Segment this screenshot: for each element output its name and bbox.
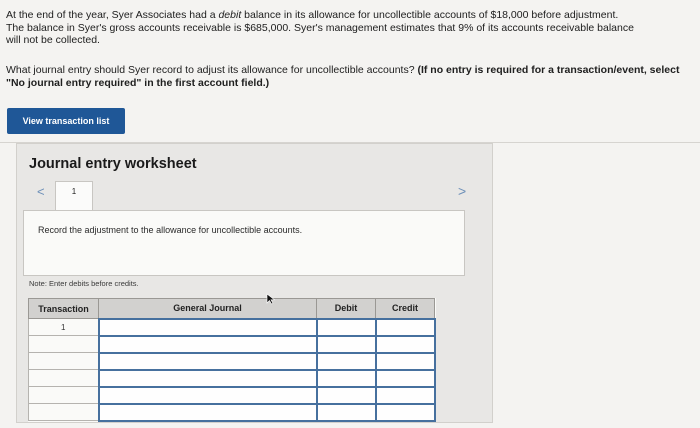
question-prompt: What journal entry should Syer record to… xyxy=(6,64,696,89)
worksheet-title: Journal entry worksheet xyxy=(29,156,197,172)
debit-field[interactable] xyxy=(315,317,377,337)
worksheet-instruction-panel: Record the adjustment to the allowance f… xyxy=(23,210,465,276)
credit-field[interactable] xyxy=(374,385,436,405)
credit-field[interactable] xyxy=(374,351,436,371)
table-row xyxy=(28,351,436,371)
account-field[interactable] xyxy=(97,402,318,422)
problem-text-b: balance in its allowance for uncollectib… xyxy=(241,9,619,21)
table-row xyxy=(28,334,436,354)
account-field[interactable] xyxy=(97,368,318,388)
transaction-cell xyxy=(28,369,99,387)
transaction-cell xyxy=(28,352,99,370)
problem-text-a: At the end of the year, Syer Associates … xyxy=(6,9,219,21)
credit-field[interactable] xyxy=(374,368,436,388)
transaction-cell xyxy=(28,386,99,404)
problem-line-3: will not be collected. xyxy=(6,34,100,47)
debit-field[interactable] xyxy=(315,402,377,422)
problem-line-1: At the end of the year, Syer Associates … xyxy=(6,9,696,22)
problem-statement: At the end of the year, Syer Associates … xyxy=(6,9,696,47)
header-credit: Credit xyxy=(375,298,435,319)
transaction-cell xyxy=(28,403,99,421)
debit-field[interactable] xyxy=(315,334,377,354)
journal-header-row: Transaction General Journal Debit Credit xyxy=(28,298,435,319)
problem-text-debit: debit xyxy=(218,9,242,21)
credit-field[interactable] xyxy=(374,334,436,354)
account-field[interactable] xyxy=(97,385,318,405)
transaction-cell xyxy=(28,335,99,353)
header-general-journal: General Journal xyxy=(98,298,317,319)
debit-field[interactable] xyxy=(315,368,377,388)
table-row xyxy=(28,368,436,388)
account-field[interactable] xyxy=(97,334,318,354)
mouse-cursor-icon xyxy=(266,293,276,305)
transaction-cell: 1 xyxy=(28,318,99,336)
table-row xyxy=(28,402,436,422)
header-transaction: Transaction xyxy=(28,298,99,319)
credit-field[interactable] xyxy=(374,402,436,422)
problem-line-2: The balance in Syer's gross accounts rec… xyxy=(6,21,634,34)
account-field[interactable] xyxy=(97,351,318,371)
worksheet-note: Note: Enter debits before credits. xyxy=(29,279,139,288)
chevron-left-icon[interactable]: < xyxy=(37,184,45,199)
table-row: 1 xyxy=(28,317,436,337)
view-transaction-list-button[interactable]: View transaction list xyxy=(7,108,125,134)
credit-field[interactable] xyxy=(374,317,436,337)
debit-field[interactable] xyxy=(315,351,377,371)
worksheet-tab-1[interactable]: 1 xyxy=(55,181,93,211)
debit-field[interactable] xyxy=(315,385,377,405)
header-debit: Debit xyxy=(316,298,376,319)
journal-table: Transaction General Journal Debit Credit… xyxy=(28,298,436,422)
account-field[interactable] xyxy=(97,317,318,337)
question-text: What journal entry should Syer record to… xyxy=(6,64,418,76)
worksheet-instruction: Record the adjustment to the allowance f… xyxy=(38,225,303,235)
table-row xyxy=(28,385,436,405)
chevron-right-icon[interactable]: > xyxy=(458,183,466,199)
